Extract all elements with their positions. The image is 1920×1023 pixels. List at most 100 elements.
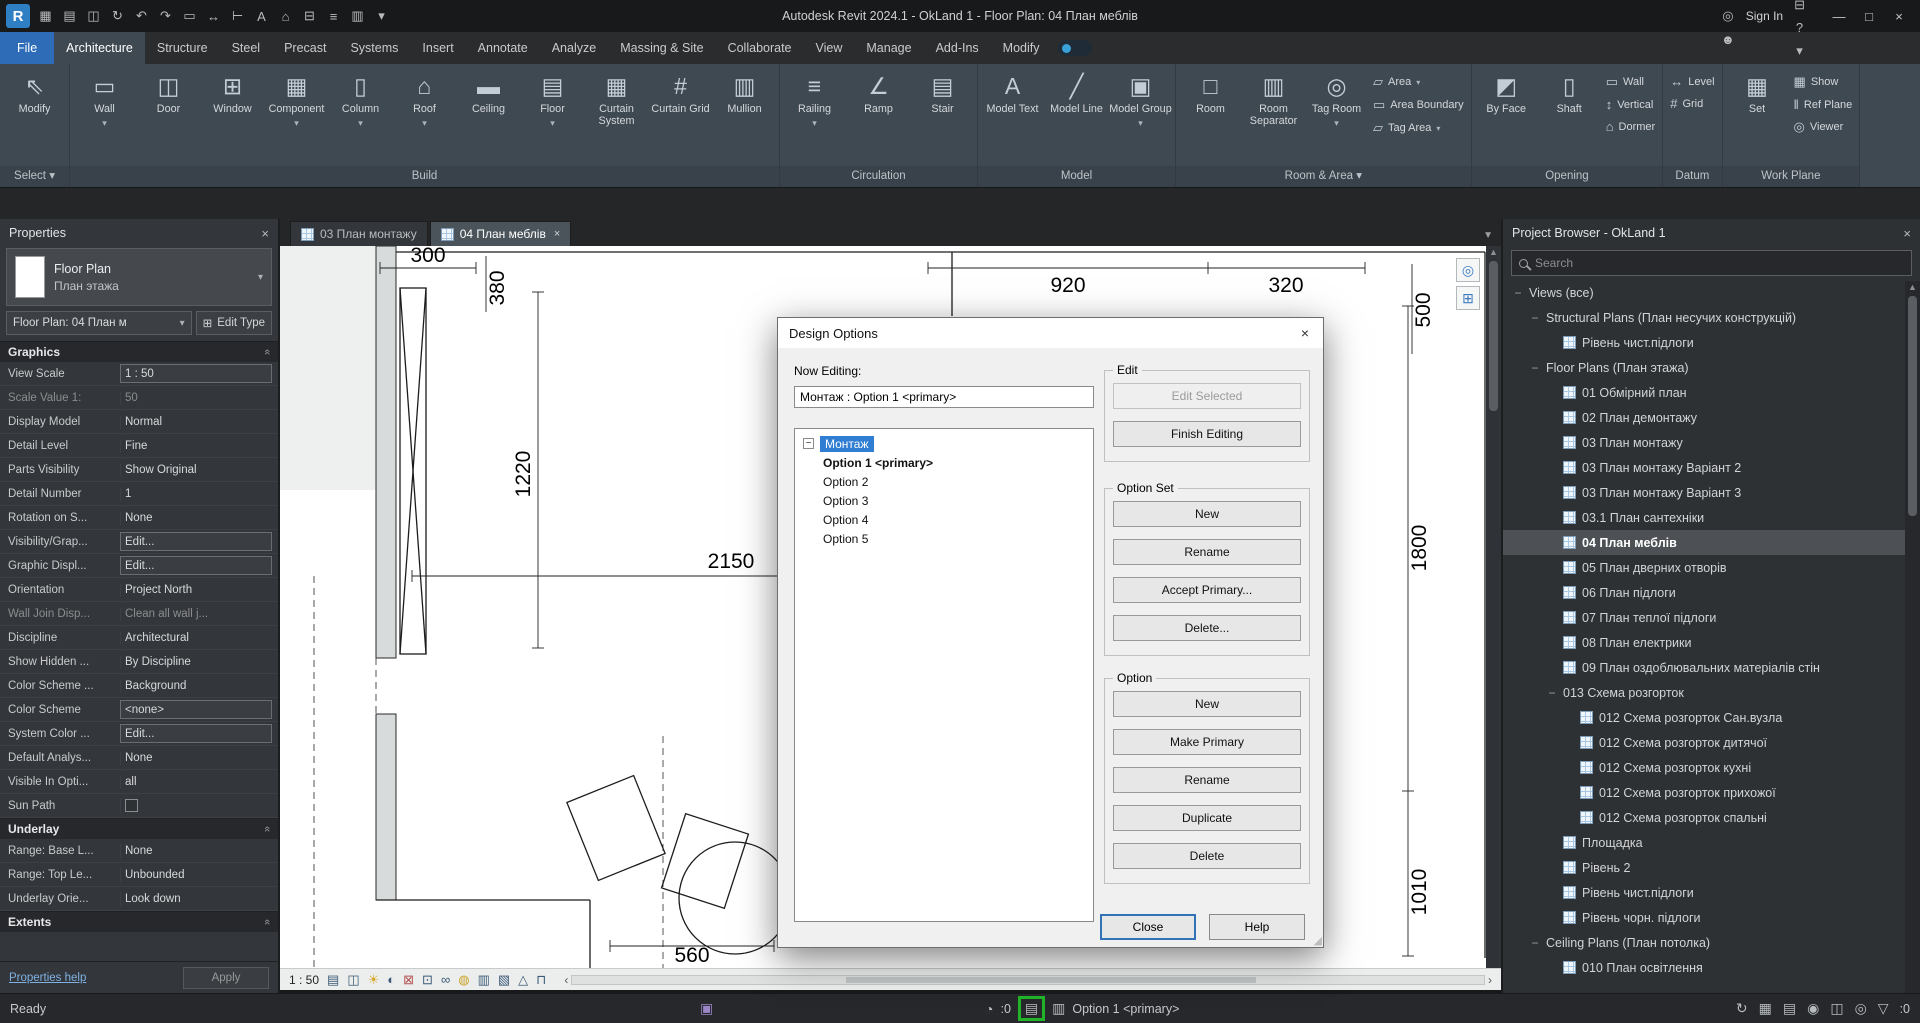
detail-level-icon[interactable]: ▤ xyxy=(327,972,339,988)
edit-selected-button[interactable]: Edit Selected xyxy=(1113,383,1301,409)
design-options-icon[interactable]: ▤ xyxy=(1025,1000,1038,1017)
expander-icon[interactable] xyxy=(1530,361,1540,375)
model-group-button[interactable]: ▣ Model Group xyxy=(1109,66,1172,164)
property-row[interactable]: Visible In Opti... all xyxy=(0,770,278,794)
dormer-button[interactable]: ⌂ Dormer xyxy=(1606,119,1656,134)
tab-modify[interactable]: Modify xyxy=(991,32,1052,64)
tree-item[interactable]: Option 1 <primary> xyxy=(795,453,1093,472)
property-row[interactable]: Sun Path xyxy=(0,794,278,818)
vertical-opening-button[interactable]: ↕ Vertical xyxy=(1606,97,1656,112)
ceiling-button[interactable]: ▬ Ceiling xyxy=(457,66,520,164)
sync-icon[interactable]: ↻ xyxy=(106,5,129,28)
browser-item[interactable]: 09 План оздоблювальних матеріалів стін xyxy=(1503,655,1905,680)
option-set-new-button[interactable]: New xyxy=(1113,501,1301,527)
zoom-region-icon[interactable]: ⊞ xyxy=(1456,286,1480,310)
tab-architecture[interactable]: Architecture xyxy=(54,32,145,64)
navigation-wheel-icon[interactable]: ◎ xyxy=(1456,258,1480,282)
stair-button[interactable]: ▤ Stair xyxy=(911,66,974,164)
measure-icon[interactable]: ↔ xyxy=(202,5,225,28)
option-set-rename-button[interactable]: Rename xyxy=(1113,539,1301,565)
browser-item[interactable]: 07 План теплої підлоги xyxy=(1503,605,1905,630)
property-row[interactable]: Orientation Project North xyxy=(0,578,278,602)
browser-item[interactable]: 03 План монтажу Варіант 3 xyxy=(1503,480,1905,505)
worksharing-display-icon[interactable]: ▥ xyxy=(478,972,490,988)
scrollbar-thumb[interactable] xyxy=(1489,261,1498,411)
browser-item[interactable]: 012 Схема розгорток прихожої xyxy=(1503,780,1905,805)
analytical-model-icon[interactable]: △ xyxy=(518,972,528,988)
thin-lines-icon[interactable]: ≡ xyxy=(322,5,345,28)
tab-file[interactable]: File xyxy=(0,32,55,64)
property-row[interactable]: Display Model Normal xyxy=(0,410,278,434)
expander-icon[interactable] xyxy=(1513,286,1523,300)
app-menu-icon[interactable]: ▦ xyxy=(34,5,57,28)
door-button[interactable]: ◫ Door xyxy=(137,66,200,164)
default-3d-view-icon[interactable]: ⌂ xyxy=(274,5,297,28)
apply-button[interactable]: Apply xyxy=(183,966,269,989)
active-design-option[interactable]: Option 1 <primary> xyxy=(1072,1002,1179,1016)
background-processes-icon[interactable]: ↻ xyxy=(1736,1000,1748,1017)
browser-item[interactable]: Views (все) xyxy=(1503,280,1905,305)
option-rename-button[interactable]: Rename xyxy=(1113,767,1301,793)
text-icon[interactable]: A xyxy=(250,5,273,28)
redo-icon[interactable]: ↷ xyxy=(154,5,177,28)
scroll-right-icon[interactable]: › xyxy=(1488,973,1492,987)
sign-in-button[interactable]: Sign In xyxy=(1746,9,1783,23)
roof-button[interactable]: ⌂ Roof xyxy=(393,66,456,164)
visual-style-icon[interactable]: ◫ xyxy=(347,972,359,988)
option-new-button[interactable]: New xyxy=(1113,691,1301,717)
viewer-button[interactable]: ◎ Viewer xyxy=(1794,119,1853,135)
select-links-toggle-icon[interactable]: ▦ xyxy=(1759,1000,1772,1017)
grid-button[interactable]: # Grid xyxy=(1670,96,1714,111)
close-icon[interactable]: × xyxy=(1903,226,1911,241)
property-row[interactable]: Discipline Architectural xyxy=(0,626,278,650)
expander-icon[interactable] xyxy=(1530,311,1540,325)
close-icon[interactable]: × xyxy=(261,226,269,241)
property-row[interactable]: Rotation on S... None xyxy=(0,506,278,530)
customize-caret-icon[interactable]: ▾ xyxy=(370,5,393,28)
type-selector[interactable]: Floor Plan План этажа ▾ xyxy=(6,248,272,306)
modify-button[interactable]: ⇖ Modify xyxy=(3,66,66,164)
tree-item[interactable]: Option 5 xyxy=(795,529,1093,548)
model-line-button[interactable]: ╱ Model Line xyxy=(1045,66,1108,164)
view-tab-04-plan-mebliv[interactable]: 04 План меблів × xyxy=(429,221,572,246)
help-caret-icon[interactable]: ▾ xyxy=(1792,39,1807,62)
show-work-plane-button[interactable]: ▦ Show xyxy=(1794,74,1853,90)
tab-add-ins[interactable]: Add-Ins xyxy=(924,32,991,64)
property-row[interactable]: Detail Number 1 xyxy=(0,482,278,506)
section-header-underlay[interactable]: Underlay « xyxy=(0,818,278,839)
view-tab-03-plan-montazhu[interactable]: 03 План монтажу× xyxy=(290,221,428,246)
select-pinned-toggle-icon[interactable]: ◉ xyxy=(1807,1000,1819,1017)
print-icon[interactable]: ▭ xyxy=(178,5,201,28)
browser-item[interactable]: Рівень чист.підлоги xyxy=(1503,330,1905,355)
tag-room-button[interactable]: ◎ Tag Room xyxy=(1305,66,1368,164)
browser-item[interactable]: 05 План дверних отворів xyxy=(1503,555,1905,580)
property-row[interactable]: Graphic Displ... Edit... xyxy=(0,554,278,578)
close-icon[interactable]: × xyxy=(1289,325,1321,341)
room-separator-button[interactable]: ▥ Room Separator xyxy=(1242,66,1305,164)
show-crop-icon[interactable]: ⊡ xyxy=(422,972,433,988)
area-button[interactable]: ▱ Area xyxy=(1373,74,1464,90)
tab-view[interactable]: View xyxy=(804,32,855,64)
option-delete-button[interactable]: Delete xyxy=(1113,843,1301,869)
temporary-view-properties-icon[interactable]: ▧ xyxy=(498,972,510,988)
open-icon[interactable]: ▤ xyxy=(58,5,81,28)
by-face-button[interactable]: ◩ By Face xyxy=(1475,66,1538,164)
tab-structure[interactable]: Structure xyxy=(145,32,220,64)
close-button[interactable]: × xyxy=(1884,3,1914,29)
help-icon[interactable]: ? xyxy=(1792,16,1807,39)
browser-item[interactable]: 01 Обмірний план xyxy=(1503,380,1905,405)
tab-list-caret-icon[interactable]: ▼ xyxy=(1483,230,1493,241)
ribbon-extension-icon[interactable] xyxy=(1057,40,1092,56)
tree-item[interactable]: Option 3 xyxy=(795,491,1093,510)
user-interface-icon[interactable]: ▥ xyxy=(346,5,369,28)
reveal-hidden-icon[interactable]: ◍ xyxy=(458,972,469,988)
tab-steel[interactable]: Steel xyxy=(220,32,273,64)
tab-collaborate[interactable]: Collaborate xyxy=(716,32,804,64)
properties-help-link[interactable]: Properties help xyxy=(9,972,86,984)
ref-plane-button[interactable]: ‖ Ref Plane xyxy=(1794,97,1853,112)
wall-opening-button[interactable]: ▭ Wall xyxy=(1606,74,1656,90)
shaft-button[interactable]: ▯ Shaft xyxy=(1538,66,1601,164)
tree-item[interactable]: Option 4 xyxy=(795,510,1093,529)
browser-item[interactable]: 06 План підлоги xyxy=(1503,580,1905,605)
vertical-scrollbar[interactable]: ▲ xyxy=(1905,281,1920,993)
